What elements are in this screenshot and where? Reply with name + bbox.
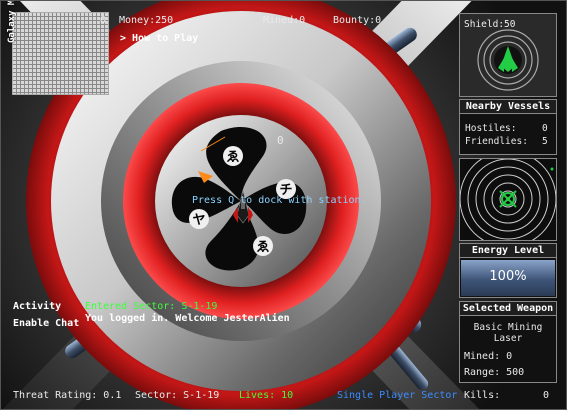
kills-label: Kills: [464,390,501,401]
speed-readout: 0 [277,134,284,147]
mode-label: Single Player Sector [337,390,458,401]
weapon-panel[interactable]: Selected Weapon Basic Mining Laser Mined… [459,301,557,383]
svg-text:ゑ: ゑ [256,240,269,255]
hostiles-value: 0 [542,123,548,134]
threat-rating: Threat Rating: 0.1 [13,390,122,401]
game-viewport[interactable]: ゑチ ゑヤ Galaxy Map O Money:250 Mined:0 Bou… [0,0,567,410]
energy-title: Energy Level [460,244,556,258]
weapon-title: Selected Weapon [460,302,556,316]
hud-icon-o: O [100,15,107,26]
radar-crosshair-icon [460,159,556,240]
energy-value: 100% [489,269,527,284]
shield-panel: Shield:50 [459,13,557,97]
friendlies-label: Friendlies: [465,136,528,147]
mined-readout: Mined:0 [263,15,306,26]
nearby-vessels-title: Nearby Vessels [460,100,556,114]
kills-value: 0 [543,390,550,401]
activity-tab[interactable]: Activity [13,301,61,312]
svg-text:ヤ: ヤ [192,213,205,228]
dock-prompt: Press Q to dock with station. [192,195,367,206]
galaxy-map[interactable]: Galaxy Map [7,1,109,95]
hostiles-label: Hostiles: [465,123,517,134]
weapon-name-line: Basic Mining [473,322,543,333]
weapon-name-line: Laser [493,333,523,344]
svg-text:ゑ: ゑ [226,150,239,165]
energy-bar: 100% [461,260,555,296]
sector-readout: Sector: S-1-19 [135,390,220,401]
weapon-range: Range: 500 [464,367,525,378]
enable-chat-button[interactable]: Enable Chat [13,318,79,329]
chat-line: Entered Sector: S-1-19 [85,301,218,312]
how-to-play-link[interactable]: > How to Play [120,33,198,44]
nearby-vessels-panel: Nearby Vessels Hostiles: 0 Friendlies: 5 [459,99,557,155]
energy-panel: Energy Level 100% [459,243,557,298]
chat-line: You logged in. Welcome JesterAlien [85,313,290,324]
shield-readout: Shield:50 [464,19,516,30]
friendlies-value: 5 [542,136,548,147]
money-readout: Money:250 [119,15,174,26]
weapon-mined: Mined: 0 [464,351,513,362]
bounty-readout: Bounty:0 [333,15,382,26]
radar-panel [459,158,557,241]
lives-readout: Lives: 10 [239,390,294,401]
galaxy-map-label: Galaxy Map [7,0,17,43]
